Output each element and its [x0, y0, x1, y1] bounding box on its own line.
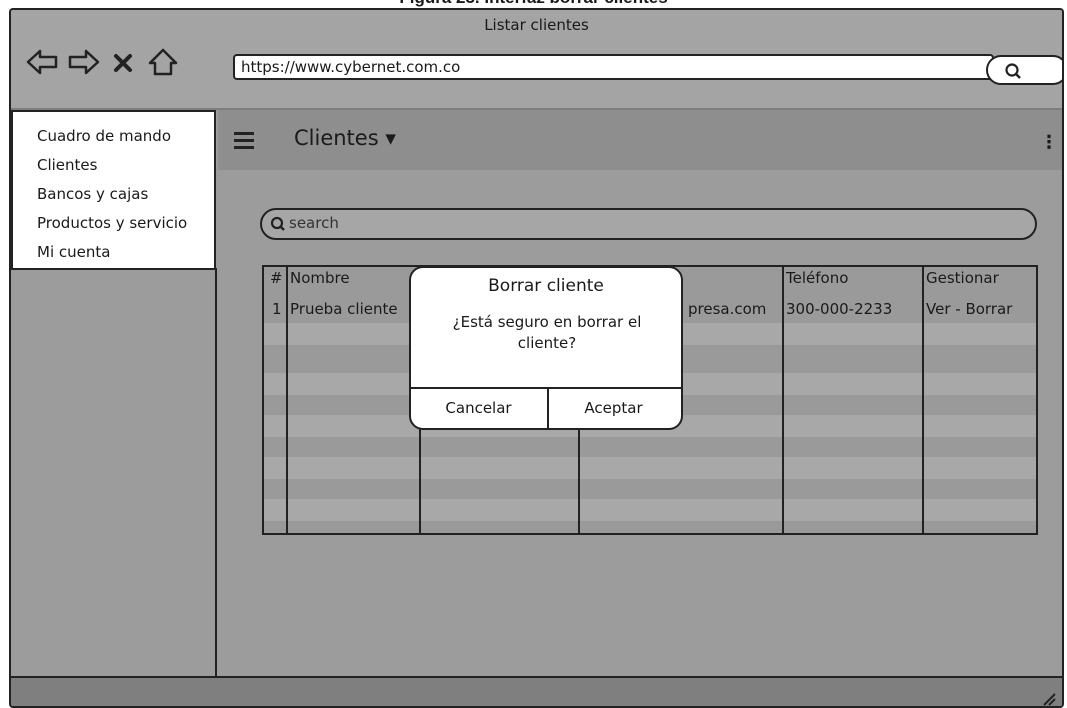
- row-email-partial: presa.com: [688, 300, 767, 318]
- window-title: Listar clientes: [484, 16, 589, 34]
- header-telefono: Teléfono: [786, 269, 849, 287]
- header-nombre: Nombre: [290, 269, 350, 287]
- app-toolbar: Clientes ▾ ⋮: [218, 110, 1062, 170]
- clientes-dropdown[interactable]: Clientes ▾: [294, 126, 396, 150]
- header-gestionar: Gestionar: [926, 269, 999, 287]
- figure-caption: Figura 23. Interfaz borrar clientes: [0, 0, 1067, 8]
- status-bar: [11, 676, 1062, 706]
- dialog-message: ¿Está seguro en borrar el cliente?: [452, 313, 642, 352]
- url-field[interactable]: https://www.cybernet.com.co: [233, 54, 994, 80]
- search-placeholder: search: [289, 214, 339, 232]
- sidebar-item-bancos-y-cajas[interactable]: Bancos y cajas: [37, 180, 214, 209]
- sidebar-item-cuadro-de-mando[interactable]: Cuadro de mando: [37, 122, 214, 151]
- search-input[interactable]: search: [260, 208, 1037, 240]
- sidebar-item-mi-cuenta[interactable]: Mi cuenta: [37, 238, 214, 267]
- delete-client-dialog: Borrar cliente ¿Está seguro en borrar el…: [409, 266, 683, 430]
- row-nombre: Prueba cliente: [290, 300, 398, 318]
- browser-search-button[interactable]: [986, 55, 1062, 85]
- sidebar-menu: Cuadro de mando Clientes Bancos y cajas …: [11, 110, 216, 270]
- sidebar-item-clientes[interactable]: Clientes: [37, 151, 214, 180]
- search-icon: [270, 216, 285, 231]
- browser-titlebar: Listar clientes https://www.cybernet.com…: [11, 10, 1062, 110]
- search-icon: [1005, 63, 1021, 79]
- row-telefono: 300-000-2233: [786, 300, 893, 318]
- dialog-title: Borrar cliente: [488, 276, 604, 296]
- hamburger-menu-icon[interactable]: [234, 132, 254, 149]
- row-gestionar-actions[interactable]: Ver - Borrar: [926, 300, 1012, 318]
- dialog-actions: Cancelar Aceptar: [411, 387, 681, 428]
- sidebar-panel: [11, 268, 217, 678]
- sidebar-item-productos-y-servicio[interactable]: Productos y servicio: [37, 209, 214, 238]
- resize-grip-icon[interactable]: [1040, 690, 1056, 706]
- close-icon[interactable]: [111, 47, 135, 77]
- forward-arrow-icon[interactable]: [67, 47, 101, 77]
- more-options-icon[interactable]: ⋮: [1040, 132, 1058, 153]
- browser-window: Listar clientes https://www.cybernet.com…: [9, 8, 1064, 708]
- home-icon[interactable]: [147, 47, 179, 77]
- row-number: 1: [272, 300, 282, 318]
- accept-button[interactable]: Aceptar: [546, 389, 681, 428]
- header-number: #: [270, 269, 283, 287]
- cancel-button[interactable]: Cancelar: [411, 389, 546, 428]
- back-arrow-icon[interactable]: [25, 47, 59, 77]
